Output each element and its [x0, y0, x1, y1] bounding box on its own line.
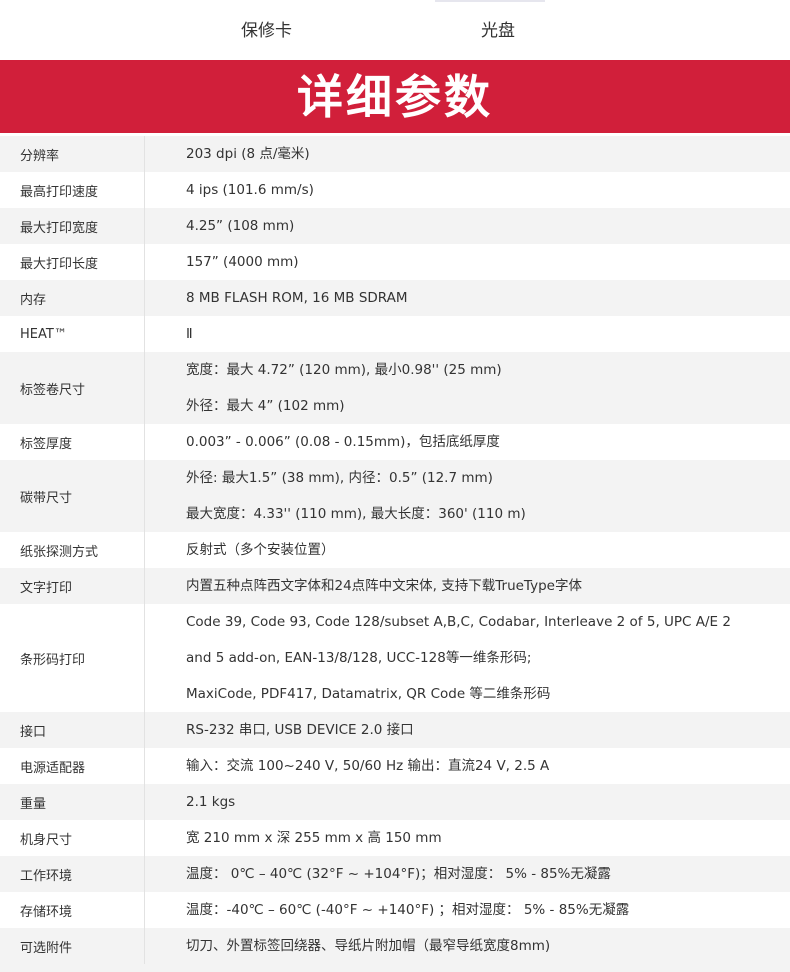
spec-values: 温度： 0℃ – 40℃ (32°F ~ +104°F)；相对湿度： 5% - …	[145, 856, 790, 892]
spec-row: 存储环境 温度：-40℃ – 60℃ (-40°F ~ +140°F) ；相对湿度…	[0, 892, 790, 928]
spec-row: 文字打印 内置五种点阵西文字体和24点阵中文宋体, 支持下载TrueType字体	[0, 568, 790, 604]
spec-label: 标签厚度	[0, 424, 145, 460]
spec-value: 温度：-40℃ – 60℃ (-40°F ~ +140°F) ；相对湿度： 5%…	[186, 902, 630, 918]
spec-row: 最大打印宽度 4.25” (108 mm)	[0, 208, 790, 244]
spec-row: 纸张探测方式 反射式（多个安装位置）	[0, 532, 790, 568]
spec-values: 4 ips (101.6 mm/s)	[145, 172, 790, 208]
nav-warranty-card[interactable]: 保修卡	[241, 19, 292, 43]
spec-row: 最大打印长度 157” (4000 mm)	[0, 244, 790, 280]
spec-values: RS-232 串口, USB DEVICE 2.0 接口	[145, 712, 790, 748]
spec-value: 最大宽度：4.33'' (110 mm), 最大长度：360' (110 m)	[186, 506, 526, 522]
spec-row: 内存 8 MB FLASH ROM, 16 MB SDRAM	[0, 280, 790, 316]
spec-value: 反射式（多个安装位置）	[186, 542, 335, 558]
spec-label: 纸张探测方式	[0, 532, 145, 568]
spec-values: 内置五种点阵西文字体和24点阵中文宋体, 支持下载TrueType字体	[145, 568, 790, 604]
spec-label: 分辨率	[0, 136, 145, 172]
spec-label: 条形码打印	[0, 604, 145, 712]
spec-value: 0.003” - 0.006” (0.08 - 0.15mm)，包括底纸厚度	[186, 434, 500, 450]
spec-value: 203 dpi (8 点/毫米)	[186, 146, 310, 162]
spec-row: 电源适配器 输入：交流 100~240 V, 50/60 Hz 输出：直流24 V…	[0, 748, 790, 784]
spec-value: MaxiCode, PDF417, Datamatrix, QR Code 等二…	[186, 686, 551, 702]
spec-value: 4 ips (101.6 mm/s)	[186, 182, 314, 198]
spec-value: 8 MB FLASH ROM, 16 MB SDRAM	[186, 290, 408, 306]
spec-label: 可选附件	[0, 928, 145, 964]
spec-row: 工作环境 温度： 0℃ – 40℃ (32°F ~ +104°F)；相对湿度： 5…	[0, 856, 790, 892]
spec-row: 最高打印速度 4 ips (101.6 mm/s)	[0, 172, 790, 208]
spec-values: 157” (4000 mm)	[145, 244, 790, 280]
spec-label: 标签卷尺寸	[0, 352, 145, 424]
spec-values: 宽 210 mm x 深 255 mm x 高 150 mm	[145, 820, 790, 856]
spec-row: 标签卷尺寸 宽度：最大 4.72” (120 mm), 最小0.98'' (25 …	[0, 352, 790, 424]
spec-row: 分辨率 203 dpi (8 点/毫米)	[0, 136, 790, 172]
spec-values: 4.25” (108 mm)	[145, 208, 790, 244]
spec-values: 0.003” - 0.006” (0.08 - 0.15mm)，包括底纸厚度	[145, 424, 790, 460]
spec-value: Ⅱ	[186, 326, 193, 342]
spec-label: 存储环境	[0, 892, 145, 928]
spec-label: 最大打印长度	[0, 244, 145, 280]
spec-values: Code 39, Code 93, Code 128/subset A,B,C,…	[145, 604, 790, 712]
spec-label: 机身尺寸	[0, 820, 145, 856]
nav-accent-line	[435, 0, 545, 2]
spec-label: 最高打印速度	[0, 172, 145, 208]
spec-row: 标签厚度 0.003” - 0.006” (0.08 - 0.15mm)，包括底纸…	[0, 424, 790, 460]
spec-table: 分辨率 203 dpi (8 点/毫米) 最高打印速度 4 ips (101.6 mm…	[0, 136, 790, 964]
top-nav: 保修卡 光盘	[0, 0, 790, 60]
spec-values: 温度：-40℃ – 60℃ (-40°F ~ +140°F) ；相对湿度： 5%…	[145, 892, 790, 928]
spec-values: 输入：交流 100~240 V, 50/60 Hz 输出：直流24 V, 2.5…	[145, 748, 790, 784]
spec-value: 宽度：最大 4.72” (120 mm), 最小0.98'' (25 mm)	[186, 362, 502, 378]
spec-value: 157” (4000 mm)	[186, 254, 299, 270]
spec-row: 条形码打印 Code 39, Code 93, Code 128/subset A…	[0, 604, 790, 712]
spec-label: 碳带尺寸	[0, 460, 145, 532]
spec-row: 接口 RS-232 串口, USB DEVICE 2.0 接口	[0, 712, 790, 748]
spec-values: 切刀、外置标签回绕器、导纸片附加帽（最窄导纸宽度8mm)	[145, 928, 790, 964]
spec-values: 外径: 最大1.5” (38 mm), 内径：0.5” (12.7 mm) 最大宽…	[145, 460, 790, 532]
spec-label: 电源适配器	[0, 748, 145, 784]
spec-values: 反射式（多个安装位置）	[145, 532, 790, 568]
spec-value: 温度： 0℃ – 40℃ (32°F ~ +104°F)；相对湿度： 5% - …	[186, 866, 611, 882]
spec-label: 最大打印宽度	[0, 208, 145, 244]
spec-label: 重量	[0, 784, 145, 820]
spec-row: 可选附件 切刀、外置标签回绕器、导纸片附加帽（最窄导纸宽度8mm)	[0, 928, 790, 964]
banner-title: 详细参数	[297, 69, 493, 124]
spec-banner: 详细参数	[0, 60, 790, 133]
spec-label: HEAT™	[0, 316, 145, 352]
spec-row: 碳带尺寸 外径: 最大1.5” (38 mm), 内径：0.5” (12.7 mm…	[0, 460, 790, 532]
spec-values: 8 MB FLASH ROM, 16 MB SDRAM	[145, 280, 790, 316]
bottom-strip	[0, 964, 790, 972]
spec-value: 外径：最大 4” (102 mm)	[186, 398, 345, 414]
spec-label: 内存	[0, 280, 145, 316]
spec-value: 输入：交流 100~240 V, 50/60 Hz 输出：直流24 V, 2.5…	[186, 758, 550, 774]
spec-value: RS-232 串口, USB DEVICE 2.0 接口	[186, 722, 414, 738]
spec-value: and 5 add-on, EAN-13/8/128, UCC-128等一维条形…	[186, 650, 532, 666]
spec-value: 4.25” (108 mm)	[186, 218, 295, 234]
spec-label: 工作环境	[0, 856, 145, 892]
spec-value: 内置五种点阵西文字体和24点阵中文宋体, 支持下载TrueType字体	[186, 578, 582, 594]
spec-values: 2.1 kgs	[145, 784, 790, 820]
spec-value: 切刀、外置标签回绕器、导纸片附加帽（最窄导纸宽度8mm)	[186, 938, 551, 954]
spec-label: 接口	[0, 712, 145, 748]
spec-values: 203 dpi (8 点/毫米)	[145, 136, 790, 172]
spec-values: 宽度：最大 4.72” (120 mm), 最小0.98'' (25 mm) 外径…	[145, 352, 790, 424]
spec-label: 文字打印	[0, 568, 145, 604]
spec-values: Ⅱ	[145, 316, 790, 352]
spec-value: 外径: 最大1.5” (38 mm), 内径：0.5” (12.7 mm)	[186, 470, 493, 486]
spec-value: 2.1 kgs	[186, 794, 236, 810]
spec-row: 机身尺寸 宽 210 mm x 深 255 mm x 高 150 mm	[0, 820, 790, 856]
nav-disc[interactable]: 光盘	[481, 19, 515, 43]
spec-row: 重量 2.1 kgs	[0, 784, 790, 820]
spec-value: 宽 210 mm x 深 255 mm x 高 150 mm	[186, 830, 442, 846]
spec-row: HEAT™ Ⅱ	[0, 316, 790, 352]
spec-value: Code 39, Code 93, Code 128/subset A,B,C,…	[186, 614, 731, 630]
